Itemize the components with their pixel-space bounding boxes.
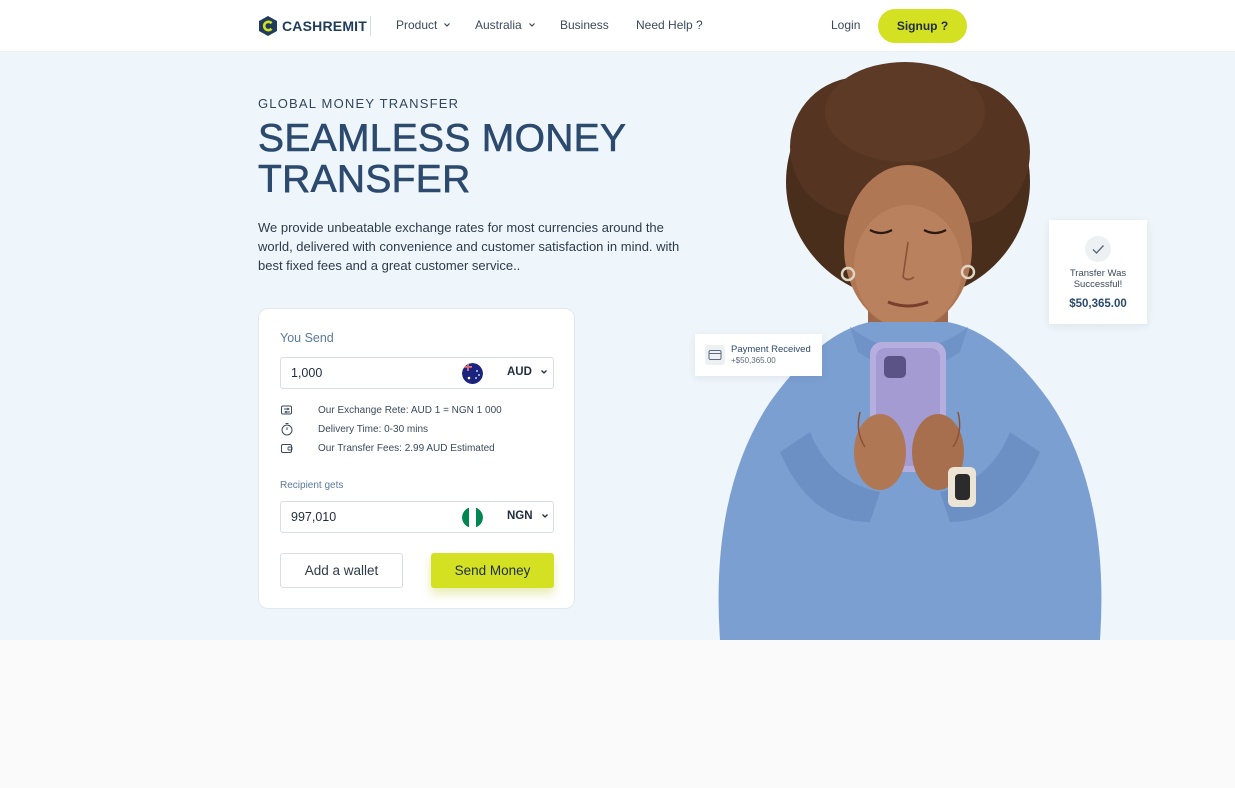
transfer-success-title: Transfer Was Successful! bbox=[1069, 268, 1127, 290]
payment-received-title: Payment Received bbox=[731, 344, 811, 355]
nav-product[interactable]: Product bbox=[396, 18, 451, 32]
send-amount-value[interactable]: 1,000 bbox=[291, 366, 322, 380]
recipient-gets-label: Recipient gets bbox=[280, 480, 344, 491]
chevron-down-icon bbox=[540, 370, 547, 374]
brand-name: CASHREMIT bbox=[282, 18, 368, 34]
nav-need-help-label: Need Help ? bbox=[636, 18, 703, 32]
exchange-rate-text: Our Exchange Rete: AUD 1 = NGN 1 000 bbox=[318, 404, 502, 416]
chevron-down-icon bbox=[444, 23, 451, 27]
transfer-card: You Send 1,000 AUD Our Exchange Rete: AU… bbox=[258, 308, 575, 609]
you-send-label: You Send bbox=[280, 331, 334, 345]
delivery-time-text: Delivery Time: 0-30 mins bbox=[318, 423, 429, 435]
header-divider bbox=[370, 16, 371, 36]
nav-product-label: Product bbox=[396, 18, 438, 32]
receive-amount-value[interactable]: 997,010 bbox=[291, 510, 336, 524]
exchange-rate-info: Our Exchange Rete: AUD 1 = NGN 1 000 bbox=[280, 403, 502, 417]
receive-currency-select[interactable]: NGN bbox=[507, 510, 549, 522]
payment-received-amount: +$50,365.00 bbox=[731, 356, 776, 365]
check-icon bbox=[1085, 236, 1111, 262]
transfer-fees-info: Our Transfer Fees: 2.99 AUD Estimated bbox=[280, 441, 495, 455]
nigeria-flag-icon bbox=[462, 507, 483, 528]
login-link[interactable]: Login bbox=[831, 18, 860, 32]
delivery-time-info: Delivery Time: 0-30 mins bbox=[280, 422, 428, 436]
receive-currency-code: NGN bbox=[507, 510, 533, 522]
send-currency-code: AUD bbox=[507, 366, 532, 378]
send-currency-select[interactable]: AUD bbox=[507, 366, 548, 378]
hero-section: GLOBAL MONEY TRANSFER SEAMLESS MONEY TRA… bbox=[0, 52, 1235, 640]
nav-business-label: Business bbox=[560, 18, 609, 32]
nav-business[interactable]: Business bbox=[560, 18, 609, 32]
signup-button[interactable]: Signup ? bbox=[878, 9, 967, 43]
cashremit-logo-icon bbox=[259, 16, 277, 36]
add-wallet-button[interactable]: Add a wallet bbox=[280, 553, 403, 588]
send-money-button[interactable]: Send Money bbox=[431, 553, 554, 588]
hero-headline: SEAMLESS MONEY TRANSFER bbox=[258, 117, 626, 201]
transfer-fees-text: Our Transfer Fees: 2.99 AUD Estimated bbox=[318, 442, 495, 454]
nav-need-help[interactable]: Need Help ? bbox=[636, 18, 703, 32]
send-amount-field[interactable]: 1,000 AUD bbox=[280, 357, 554, 389]
chevron-down-icon bbox=[528, 23, 535, 27]
nav-australia-label: Australia bbox=[475, 18, 522, 32]
exchange-icon bbox=[281, 405, 292, 415]
payment-received-notification: Payment Received +$50,365.00 bbox=[695, 334, 822, 376]
australia-flag-icon bbox=[462, 363, 483, 384]
hero-description: We provide unbeatable exchange rates for… bbox=[258, 220, 680, 273]
transfer-success-notification: Transfer Was Successful! $50,365.00 bbox=[1049, 220, 1147, 324]
chevron-down-icon bbox=[541, 514, 548, 518]
wallet-card-icon bbox=[705, 345, 725, 365]
transfer-success-amount: $50,365.00 bbox=[1069, 298, 1127, 310]
timer-icon bbox=[281, 423, 293, 436]
wallet-icon bbox=[281, 444, 293, 453]
nav-australia[interactable]: Australia bbox=[475, 18, 536, 32]
hero-eyebrow: GLOBAL MONEY TRANSFER bbox=[258, 96, 460, 111]
brand-logo[interactable]: CASHREMIT bbox=[258, 15, 367, 37]
site-header: CASHREMIT Product Australia Business Nee… bbox=[0, 0, 1235, 52]
receive-amount-field[interactable]: 997,010 NGN bbox=[280, 501, 554, 533]
